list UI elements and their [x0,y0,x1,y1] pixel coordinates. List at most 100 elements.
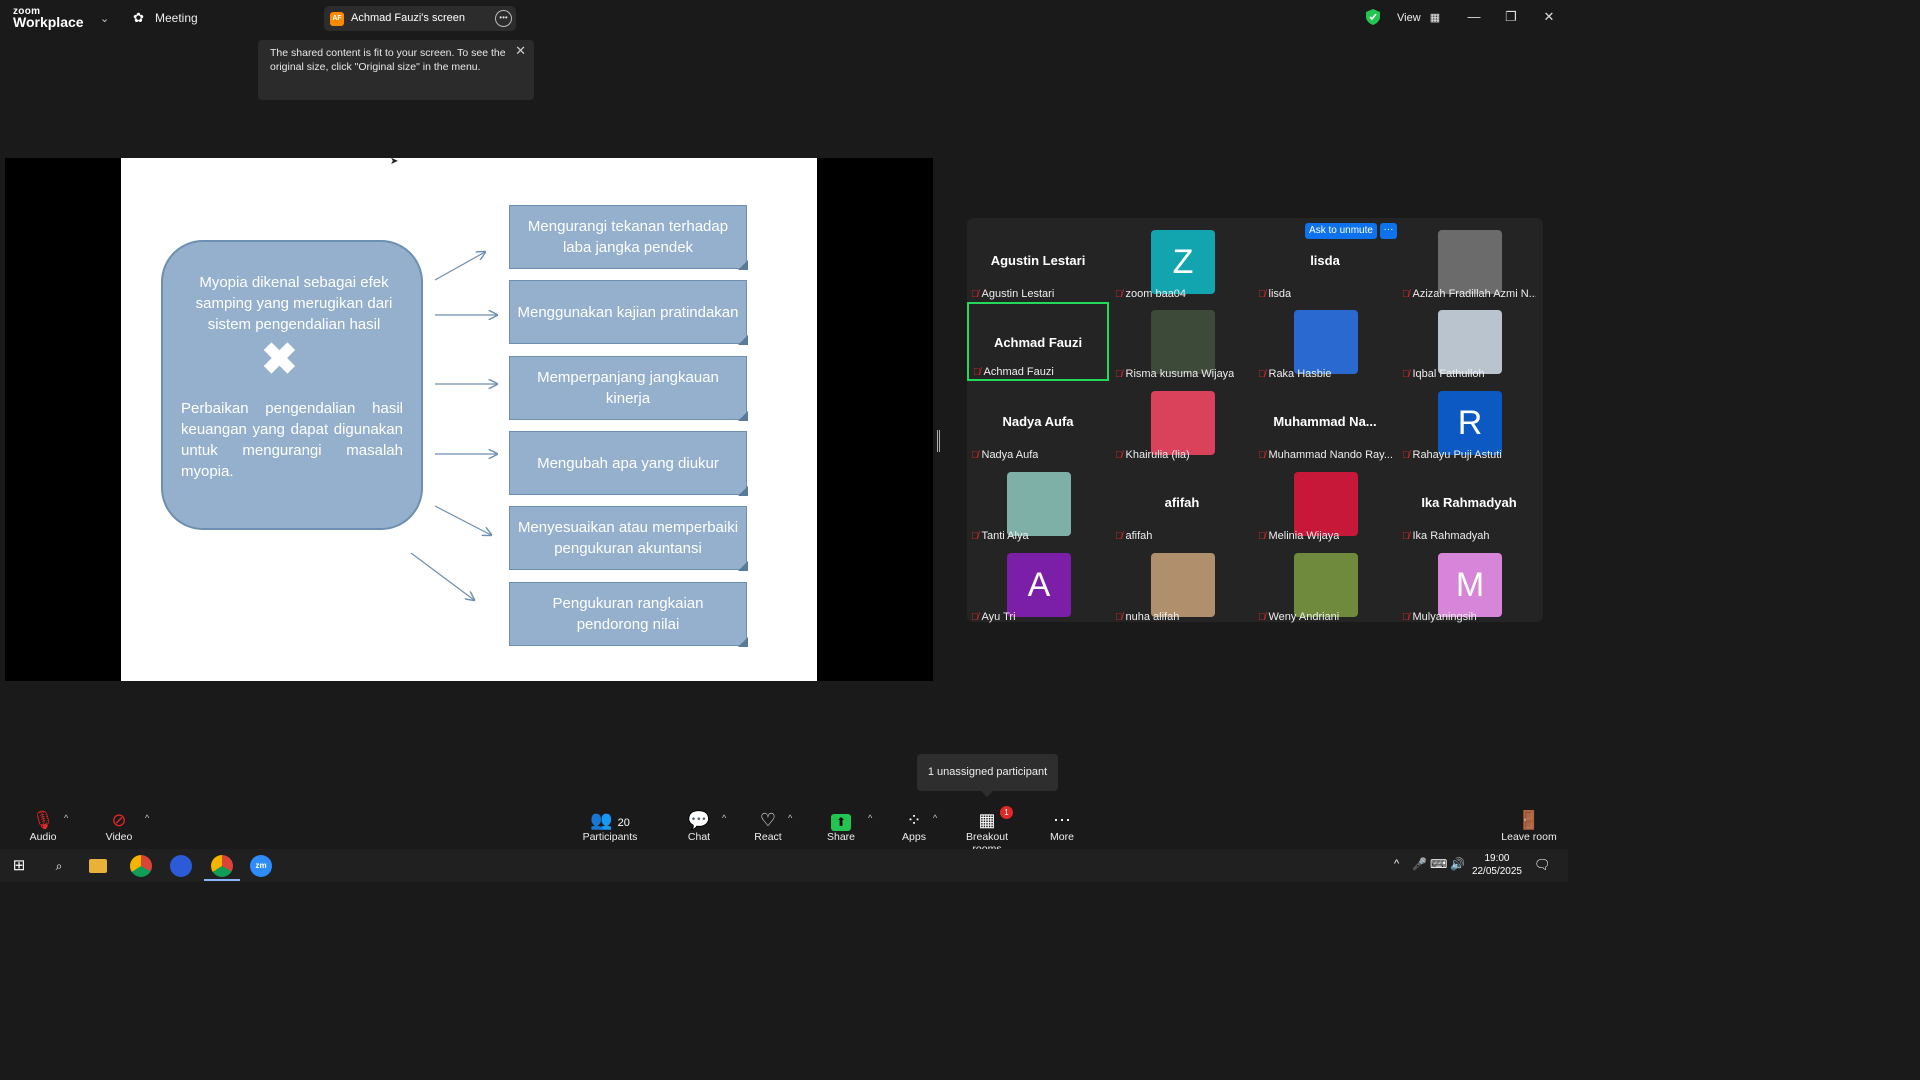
participant-video [1151,553,1215,617]
audio-label: Audio [29,831,57,843]
participant-tile[interactable]: afifah 🎙̸ afifah [1111,464,1253,543]
participant-tile[interactable]: 🎙̸ Khairulia (lia) [1111,383,1253,462]
video-button[interactable]: ⊘ Video [102,809,136,843]
participant-display-name: Ika Rahmadyah [1421,495,1517,510]
chrome-icon[interactable] [130,855,152,877]
audio-button[interactable]: 🎙 Audio [26,809,60,843]
participant-tile[interactable]: Nadya Aufa 🎙̸ Nadya Aufa [967,383,1109,462]
chat-label: Chat [687,831,711,843]
chrome-active-icon[interactable] [211,855,233,877]
more-button[interactable]: ⋯ More [1046,809,1078,843]
system-clock[interactable]: 19:00 22/05/2025 [1472,852,1522,878]
mic-muted-icon: 🎙̸ [1402,612,1410,623]
participant-tile[interactable]: 🎙̸ Tanti Alya [967,464,1109,543]
video-caret-icon[interactable]: ^ [145,813,149,823]
unassigned-participant-notice[interactable]: 1 unassigned participant [917,754,1058,797]
apps-button[interactable]: ⁘ Apps [899,809,929,843]
participant-name: Agustin Lestari [981,288,1055,300]
chevron-down-icon[interactable]: ⌄ [100,12,109,25]
participant-name-label: 🎙̸ Raka Hasbie [1258,368,1331,380]
file-explorer-icon[interactable] [89,859,107,873]
participant-name: Achmad Fauzi [983,366,1054,378]
clock-time: 19:00 [1484,853,1510,864]
participant-video [1151,391,1215,455]
participant-name-label: 🎙̸ Risma kusuma Wijaya [1115,368,1234,380]
participant-avatar-letter: R [1438,391,1502,455]
close-icon[interactable]: ✕ [515,43,526,59]
close-icon[interactable]: ✕ [1537,9,1561,25]
minimize-icon[interactable]: — [1462,9,1486,24]
participant-name-label: 🎙̸ zoom baa04 [1115,288,1186,300]
workplace-logo: Workplace [13,14,84,30]
video-gallery: M 🎙̸ Mulyaningsih 🎙̸ Weny Andriani 🎙̸ nuha ali… [967,218,1543,624]
leave-door-icon: 🚪 [1517,810,1541,830]
notifications-icon[interactable]: 🗨 [1534,857,1551,873]
volume-icon[interactable]: 🔊 [1450,857,1465,871]
react-button[interactable]: ♡ React [752,809,784,843]
participant-name: Ayu Tri [981,611,1016,623]
shared-screen-title: Achmad Fauzi's screen [351,12,465,24]
maximize-icon[interactable]: ❐ [1499,9,1523,25]
participant-name: nuha alifah [1125,611,1180,623]
meeting-menu[interactable]: Meeting [155,11,198,25]
slide-box-5: Menyesuaikan atau memperbaiki pengukuran… [509,506,748,571]
participant-avatar-letter: M [1438,553,1502,617]
participant-tile[interactable]: 🎙̸ Azizah Fradillah Azmi N... [1398,222,1540,301]
participant-tile[interactable]: 🎙̸ Iqbal Fathulloh [1398,302,1540,381]
participant-tile[interactable]: 🎙̸ Melinia Wijaya [1254,464,1396,543]
video-off-icon: ⊘ [111,810,127,830]
participant-tile[interactable]: M 🎙̸ Mulyaningsih [1398,545,1540,624]
share-button[interactable]: ⬆ Share [826,809,856,843]
windows-start-icon[interactable]: ⊞ [8,855,30,877]
participant-display-name: Nadya Aufa [1002,414,1074,429]
participant-video [1294,553,1358,617]
participants-label: Participants [582,831,638,843]
tray-chevron-icon[interactable]: ^ [1394,858,1399,870]
zoom-app-icon[interactable]: zm [250,855,272,877]
view-label: View [1397,12,1421,24]
network-icon[interactable]: ⌨ [1430,857,1447,871]
participant-tile[interactable]: Z 🎙̸ zoom baa04 [1111,222,1253,301]
participant-tile[interactable]: Achmad Fauzi 🎙̸ Achmad Fauzi [967,302,1109,381]
participant-tile[interactable]: 🎙̸ Raka Hasbie [1254,302,1396,381]
panel-resize-handle[interactable] [937,430,940,452]
mic-muted-icon: 🎙̸ [1258,531,1266,542]
react-caret-icon[interactable]: ^ [788,813,792,823]
participant-name: Weny Andriani [1268,611,1340,623]
participant-tile[interactable]: Muhammad Na... 🎙̸ Muhammad Nando Ray... [1254,383,1396,462]
participant-tile[interactable]: 🎙̸ Risma kusuma Wijaya [1111,302,1253,381]
ask-to-unmute-button[interactable]: Ask to unmute [1305,223,1377,239]
mic-muted-icon: 🎙̸ [1402,289,1410,300]
arrow [434,505,491,535]
participants-button[interactable]: 👥 20 Participants [580,809,640,843]
video-label: Video [105,831,133,843]
react-label: React [754,831,782,843]
audio-caret-icon[interactable]: ^ [64,813,68,823]
shield-icon[interactable] [1366,9,1380,25]
search-icon[interactable]: ⌕ [48,855,70,877]
participant-tile[interactable]: Ika Rahmadyah 🎙̸ Ika Rahmadyah [1398,464,1540,543]
chat-caret-icon[interactable]: ^ [722,813,726,823]
participant-tile[interactable]: 🎙̸ nuha alifah [1111,545,1253,624]
shared-screen-indicator[interactable]: AF Achmad Fauzi's screen ••• [324,6,516,31]
share-caret-icon[interactable]: ^ [868,813,872,823]
more-icon[interactable]: ••• [495,10,512,27]
tile-more-button[interactable]: ··· [1380,223,1397,239]
browser-icon[interactable] [170,855,192,877]
participant-name: lisda [1268,288,1292,300]
mic-muted-icon: 🎙̸ [1402,450,1410,461]
participant-name-label: 🎙̸ Achmad Fauzi [973,366,1054,378]
sharer-avatar: AF [330,12,344,26]
apps-caret-icon[interactable]: ^ [933,813,937,823]
participant-tile[interactable]: 🎙̸ Weny Andriani [1254,545,1396,624]
mic-muted-icon: 🎙̸ [1258,450,1266,461]
microphone-tray-icon[interactable]: 🎤 [1412,857,1427,871]
chat-button[interactable]: 💬 Chat [684,809,714,843]
participant-tile[interactable]: R 🎙̸ Rahayu Puji Astuti [1398,383,1540,462]
participant-tile[interactable]: A 🎙̸ Ayu Tri [967,545,1109,624]
mic-muted-icon: 🎙̸ [1258,289,1266,300]
participant-tile[interactable]: Agustin Lestari 🎙̸ Agustin Lestari [967,222,1109,301]
leave-room-button[interactable]: 🚪 Leave room [1500,809,1558,843]
more-label: More [1050,831,1074,843]
view-button[interactable]: View ▦ [1397,11,1440,24]
